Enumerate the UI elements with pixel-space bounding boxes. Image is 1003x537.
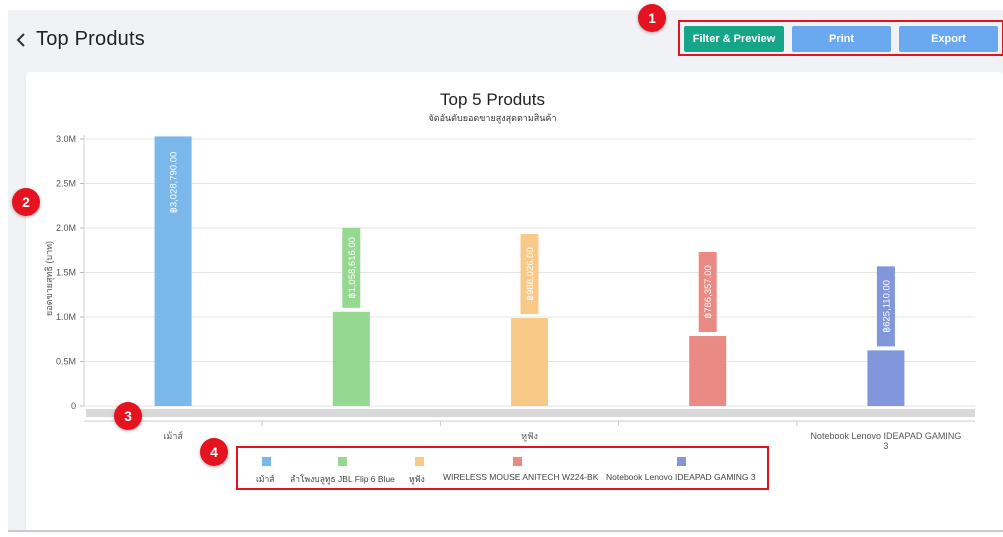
y-tick-label: 2.0M	[56, 223, 76, 233]
legend-label[interactable]: ลำโพงบลูทูธ JBL Flip 6 Blue	[290, 472, 395, 486]
legend-swatch[interactable]	[513, 457, 522, 466]
legend-swatch[interactable]	[415, 457, 424, 466]
x-tick-label: เม้าส์	[163, 430, 183, 441]
bar-2	[332, 311, 370, 406]
x-axis-scrollbar	[86, 409, 975, 417]
bar-value-label: ฿1,058,616.00	[347, 237, 358, 299]
x-tick-label: หูฟัง	[521, 431, 538, 442]
bar-value-label: ฿988,026.00	[525, 247, 536, 301]
legend-label[interactable]: เม้าส์	[256, 472, 274, 486]
bar-3	[511, 318, 548, 406]
legend-label[interactable]: Notebook Lenovo IDEAPAD GAMING 3	[606, 472, 756, 482]
legend-swatch[interactable]	[262, 457, 271, 466]
y-tick-label: 0.5M	[56, 357, 76, 367]
y-tick-label: 1.5M	[56, 268, 76, 278]
y-axis-title: ยอดขายสุทธิ (บาท)	[44, 241, 55, 316]
annotation-marker-2: 2	[12, 188, 40, 216]
bar-4	[689, 336, 727, 406]
legend-label[interactable]: WIRELESS MOUSE ANITECH W224-BK	[443, 472, 598, 482]
bar-5	[867, 350, 905, 406]
x-tick-label: 3	[883, 441, 888, 451]
legend-swatch[interactable]	[677, 457, 686, 466]
bar-value-label: ฿625,110.00	[881, 280, 892, 333]
x-tick-label: Notebook Lenovo IDEAPAD GAMING	[810, 431, 961, 441]
y-tick-label: 0	[71, 401, 76, 411]
y-tick-label: 1.0M	[56, 312, 76, 322]
annotation-marker-1: 1	[638, 4, 666, 32]
legend-swatch[interactable]	[338, 457, 347, 466]
y-tick-label: 2.5M	[56, 179, 76, 189]
legend-label[interactable]: หูฟัง	[409, 472, 425, 486]
annotation-marker-4: 4	[200, 438, 228, 466]
bar-value-label: ฿3,028,790.00	[169, 152, 180, 214]
y-tick-label: 3.0M	[56, 134, 76, 144]
bar-value-label: ฿786,357.00	[703, 265, 714, 319]
annotation-marker-3: 3	[114, 402, 142, 430]
